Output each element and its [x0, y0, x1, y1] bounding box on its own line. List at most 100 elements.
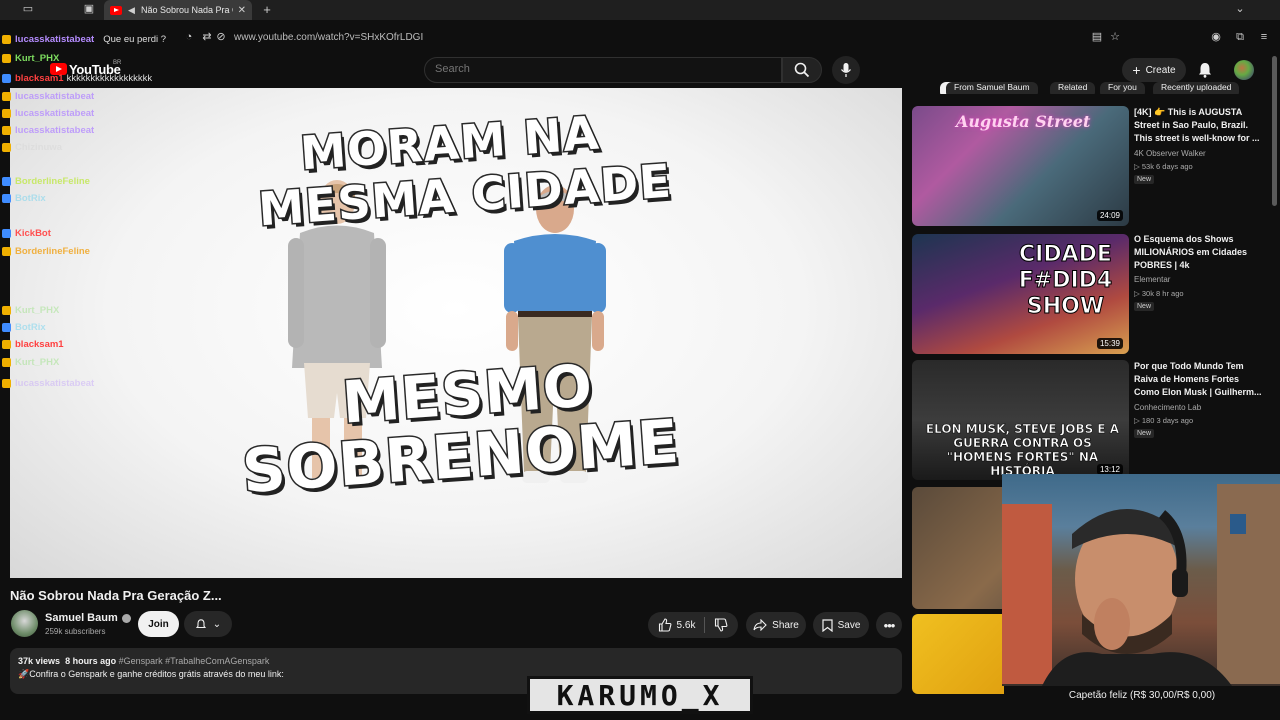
thumbnail-overlay-text: CIDADE F#DID4 SHOW: [1018, 242, 1113, 320]
subscriber-count: 259k subscribers: [45, 627, 106, 636]
extensions-icon[interactable]: ⧉: [1233, 31, 1247, 44]
description-meta: 37k views 8 hours ago #Genspark #Trabalh…: [18, 656, 269, 666]
chat-message: BorderlineFeline: [2, 174, 93, 188]
thumbnail-overlay-text: ELON MUSK, STEVE JOBS E A GUERRA CONTRA …: [925, 422, 1120, 479]
like-dislike-group: 5.6k: [648, 612, 738, 638]
tab-overview-icon[interactable]: ▣: [82, 3, 96, 16]
chat-message: lucasskatistabeat Que eu perdi ?: [2, 32, 166, 46]
more-icon: •••: [883, 617, 896, 633]
video-title: Não Sobrou Nada Pra Geração Z...: [10, 588, 222, 603]
channel-name[interactable]: Samuel Baum: [45, 612, 118, 624]
stream-chat-overlay: lucasskatistabeat Que eu perdi ? Kurt_PHX…: [0, 32, 420, 432]
recommendation-title[interactable]: O Esquema dos Shows MILIONÁRIOS em Cidad…: [1134, 233, 1264, 272]
recommendation-thumbnail[interactable]: Augusta Street 24:09: [912, 106, 1129, 226]
account-icon[interactable]: ◉: [1209, 31, 1223, 44]
chip-from-channel[interactable]: From Samuel Baum: [946, 82, 1038, 94]
chat-badge-icon: [2, 357, 11, 367]
recommendation-title[interactable]: Por que Todo Mundo Tem Raiva de Homens F…: [1134, 360, 1264, 399]
share-icon: [753, 619, 767, 631]
channel-avatar[interactable]: [11, 610, 38, 637]
streamer-webcam: [1002, 474, 1280, 686]
chat-username: Kurt_PHX: [15, 304, 60, 316]
chat-message: Kurt_PHX: [2, 355, 62, 369]
chip-related[interactable]: Related: [1050, 82, 1096, 94]
bookmark-star-icon[interactable]: ☆: [1108, 31, 1122, 44]
save-label: Save: [837, 619, 861, 631]
share-button[interactable]: Share: [746, 612, 806, 638]
chat-message: BorderlineFeline: [2, 244, 93, 258]
filter-chips: All From Samuel Baum Related For you Rec…: [940, 82, 1270, 94]
create-button[interactable]: + Create: [1122, 58, 1186, 82]
like-button[interactable]: 5.6k: [658, 618, 696, 632]
notifications-bell-icon[interactable]: [1196, 61, 1214, 79]
tab-list-icon[interactable]: ⌄: [1233, 3, 1247, 16]
chat-username: Kurt_PHX: [15, 52, 60, 64]
chat-badge-icon: [2, 125, 11, 135]
chat-message: Chizinuwa: [2, 140, 65, 154]
donation-text: Capetão feliz (R$ 30,00/R$ 0,00): [1068, 689, 1216, 701]
chevron-down-icon: ⌄: [212, 618, 222, 630]
recommendation-stats: ▷ 30k 8 hr ago: [1134, 289, 1184, 298]
tab-active[interactable]: ◀ Não Sobrou Nada Pra Geração Z ✕: [104, 0, 252, 20]
scrollbar[interactable]: [1272, 56, 1277, 206]
verified-icon: [121, 613, 131, 623]
hashtags[interactable]: #Genspark #TrabalheComAGenspark: [119, 656, 270, 666]
chat-badge-icon: [2, 322, 11, 332]
reader-view-icon[interactable]: ▤: [1090, 31, 1104, 44]
browser-tab-bar: ▭ ▣ ◀ Não Sobrou Nada Pra Geração Z ✕ + …: [0, 0, 1280, 20]
chat-username: lucasskatistabeat: [15, 33, 95, 45]
join-button[interactable]: Join: [138, 611, 179, 637]
recommendation-thumbnail[interactable]: CIDADE F#DID4 SHOW 15:39: [912, 234, 1129, 354]
chat-message: lucasskatistabeat: [2, 89, 97, 103]
like-count: 5.6k: [676, 619, 696, 631]
more-actions-button[interactable]: •••: [876, 612, 902, 638]
recommendation-stats: ▷ 180 3 days ago: [1134, 416, 1194, 425]
user-avatar[interactable]: [1234, 60, 1254, 80]
chat-username: BorderlineFeline: [15, 175, 90, 187]
tab-title: Não Sobrou Nada Pra Geração Z: [141, 5, 233, 15]
chat-badge-icon: [2, 305, 11, 315]
chat-badge-icon: [2, 378, 11, 388]
chat-badge-icon: [2, 53, 11, 63]
thumbnail-overlay-text: Augusta Street: [956, 112, 1091, 131]
chat-username: lucasskatistabeat: [15, 90, 95, 102]
chat-username: blacksam1: [15, 72, 64, 84]
save-icon: [821, 618, 833, 632]
voice-search-button[interactable]: [832, 56, 860, 84]
new-badge: New: [1134, 429, 1155, 438]
streamer-name: KARUMO_X: [556, 678, 724, 712]
chat-message: Kurt_PHX: [2, 303, 62, 317]
tab-close-icon[interactable]: ✕: [238, 5, 246, 16]
plus-icon: +: [1132, 62, 1141, 78]
search-input[interactable]: [435, 63, 755, 75]
subscription-bell-button[interactable]: ⌄: [184, 611, 232, 637]
recommendation-title[interactable]: [4K] 👉 This is AUGUSTA Street in Sao Pau…: [1134, 106, 1264, 145]
save-button[interactable]: Save: [813, 612, 869, 638]
webcam-person: [1002, 484, 1280, 686]
chat-badge-icon: [2, 176, 11, 186]
search-button[interactable]: [782, 57, 822, 83]
chip-for-you[interactable]: For you: [1100, 82, 1145, 94]
chip-recently-uploaded[interactable]: Recently uploaded: [1153, 82, 1240, 94]
chat-message: lucasskatistabeat: [2, 106, 97, 120]
recommendation-channel[interactable]: Conhecimento Lab: [1134, 403, 1201, 412]
channel-name-row[interactable]: Samuel Baum: [45, 612, 131, 624]
recommendation-channel[interactable]: Elementar: [1134, 275, 1170, 284]
menu-icon[interactable]: ≡: [1257, 31, 1271, 44]
recommendation-thumbnail[interactable]: ELON MUSK, STEVE JOBS E A GUERRA CONTRA …: [912, 360, 1129, 480]
recommendation-channel[interactable]: 4K Observer Walker: [1134, 149, 1206, 158]
view-count: 37k views: [18, 656, 61, 666]
recommendation-stats: ▷ 53k 6 days ago: [1134, 162, 1193, 171]
new-badge: New: [1134, 302, 1155, 311]
chat-badge-icon: [2, 91, 11, 101]
chat-message: blacksam1 kkkkkkkkkkkkkkkkkk: [2, 71, 152, 85]
streamer-name-banner: KARUMO_X: [527, 676, 753, 714]
thumbs-down-icon[interactable]: [714, 618, 728, 632]
speaker-icon[interactable]: ◀: [127, 4, 136, 17]
chat-badge-icon: [2, 73, 11, 83]
chat-username: KickBot: [15, 227, 51, 239]
sidebar-toggle-icon[interactable]: ▭: [20, 3, 36, 16]
new-tab-icon[interactable]: +: [260, 3, 274, 16]
chat-text: kkkkkkkkkkkkkkkkkk: [66, 72, 153, 84]
chat-username: BotRix: [15, 321, 46, 333]
